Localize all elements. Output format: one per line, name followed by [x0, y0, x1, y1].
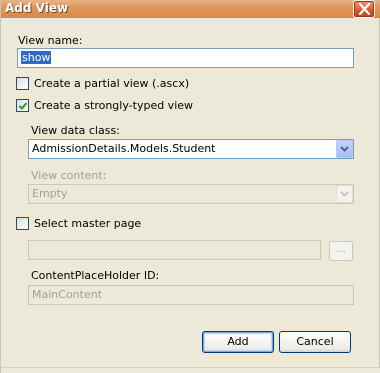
view-content-select[interactable]: Empty: [28, 184, 354, 204]
content-placeholder-label: ContentPlaceHolder ID:: [31, 269, 160, 282]
browse-master-page-button[interactable]: ...: [329, 241, 353, 261]
content-placeholder-input[interactable]: MainContent: [28, 285, 354, 305]
master-page-label[interactable]: Select master page: [34, 217, 141, 230]
master-page-checkbox[interactable]: [16, 217, 29, 230]
content-placeholder-value: MainContent: [32, 288, 103, 301]
cancel-button[interactable]: Cancel: [279, 331, 351, 353]
view-name-label: View name:: [18, 34, 83, 47]
window-title: Add View: [5, 1, 69, 15]
view-name-input[interactable]: show: [17, 48, 354, 68]
view-data-class-select[interactable]: AdmissionDetails.Models.Student: [28, 139, 354, 159]
add-view-dialog: Add View View name: show Create a partia…: [0, 0, 380, 373]
add-button[interactable]: Add: [202, 331, 274, 353]
strongly-typed-label[interactable]: Create a strongly-typed view: [34, 99, 193, 112]
strongly-typed-checkbox[interactable]: [16, 99, 29, 112]
view-content-label: View content:: [31, 169, 107, 182]
view-data-class-label: View data class:: [31, 124, 120, 137]
title-bar[interactable]: Add View: [1, 0, 380, 18]
partial-view-label[interactable]: Create a partial view (.ascx): [34, 77, 189, 90]
view-name-value: show: [21, 51, 52, 64]
dialog-bottom-edge: [1, 367, 380, 373]
close-button[interactable]: [353, 0, 375, 18]
view-data-class-dropdown-button[interactable]: [336, 140, 353, 158]
view-content-dropdown-button[interactable]: [336, 185, 353, 203]
partial-view-checkbox[interactable]: [16, 77, 29, 90]
master-page-path-input[interactable]: [28, 240, 321, 260]
view-data-class-value: AdmissionDetails.Models.Student: [32, 142, 216, 155]
view-content-value: Empty: [32, 187, 68, 200]
